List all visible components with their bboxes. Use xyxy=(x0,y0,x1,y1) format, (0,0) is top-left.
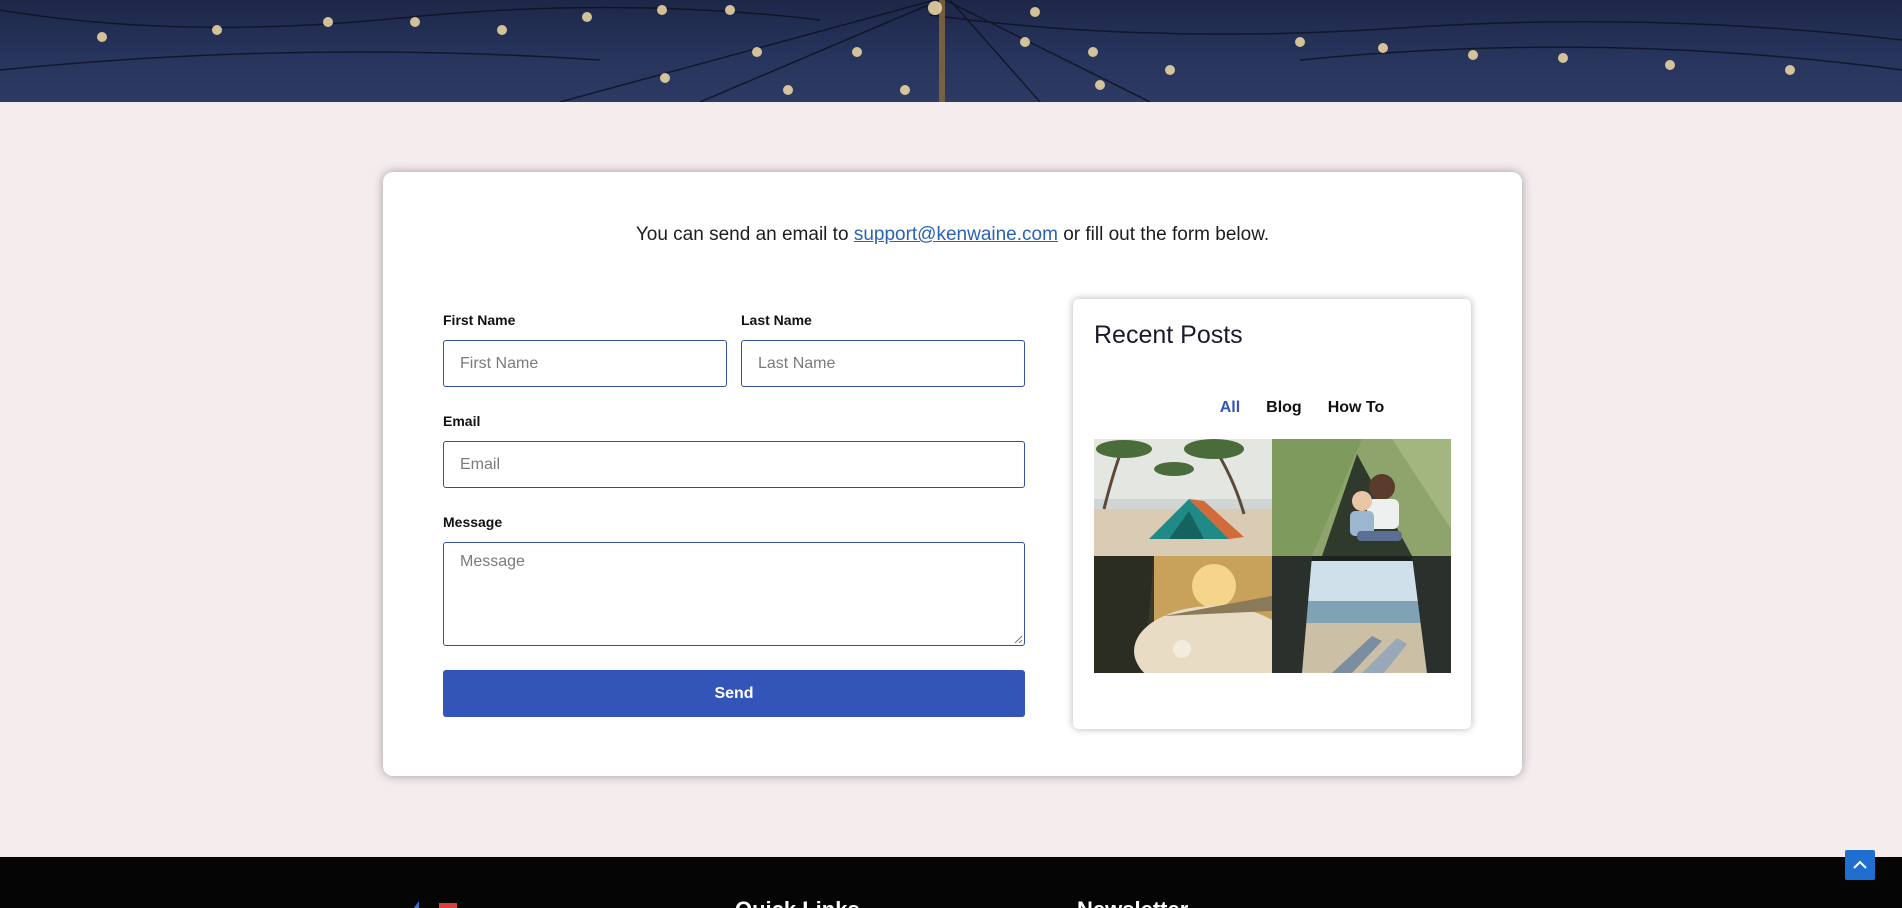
contact-card: You can send an email to support@kenwain… xyxy=(383,172,1522,776)
hero-banner xyxy=(0,0,1902,102)
last-name-placeholder: Last Name xyxy=(758,354,836,372)
chevron-up-icon xyxy=(1853,860,1867,869)
support-email-link[interactable]: support@kenwaine.com xyxy=(854,224,1058,245)
first-name-placeholder: First Name xyxy=(460,354,539,372)
post-filter-tabs: All Blog How To xyxy=(1073,399,1471,417)
recent-posts-widget: Recent Posts All Blog How To xyxy=(1073,299,1471,729)
filter-tab-all[interactable]: All xyxy=(1220,399,1240,417)
send-button[interactable]: Send xyxy=(443,670,1025,717)
newsletter-heading: Newsletter xyxy=(1077,897,1188,908)
footer-logo[interactable] xyxy=(405,901,465,908)
resize-handle-icon[interactable] xyxy=(1014,635,1022,643)
message-placeholder: Message xyxy=(460,553,525,570)
email-label: Email xyxy=(443,413,481,429)
email-placeholder: Email xyxy=(460,455,501,473)
last-name-input[interactable]: Last Name xyxy=(741,340,1025,387)
tent-view-photo[interactable] xyxy=(1272,556,1451,673)
intro-text-after: or fill out the form below. xyxy=(1063,224,1270,245)
first-name-label: First Name xyxy=(443,312,516,328)
quick-links-heading: Quick Links xyxy=(735,897,860,908)
back-to-top-button[interactable] xyxy=(1845,850,1875,880)
recent-posts-title: Recent Posts xyxy=(1094,321,1243,349)
site-footer: Quick Links Newsletter xyxy=(0,857,1902,908)
sleeping-bag-photo[interactable] xyxy=(1094,556,1272,673)
filter-tab-blog[interactable]: Blog xyxy=(1266,399,1302,417)
string-lights-image xyxy=(0,0,1902,102)
filter-tab-how-to[interactable]: How To xyxy=(1328,399,1385,417)
first-name-input[interactable]: First Name xyxy=(443,340,727,387)
contact-intro: You can send an email to support@kenwain… xyxy=(383,224,1522,246)
post-thumbnail-grid xyxy=(1094,439,1451,673)
message-textarea[interactable]: Message xyxy=(443,542,1025,646)
beach-tent-photo[interactable] xyxy=(1094,439,1272,556)
family-tent-photo[interactable] xyxy=(1272,439,1451,556)
last-name-label: Last Name xyxy=(741,312,812,328)
message-label: Message xyxy=(443,514,503,530)
intro-text-before: You can send an email to xyxy=(635,224,849,245)
email-input[interactable]: Email xyxy=(443,441,1025,488)
